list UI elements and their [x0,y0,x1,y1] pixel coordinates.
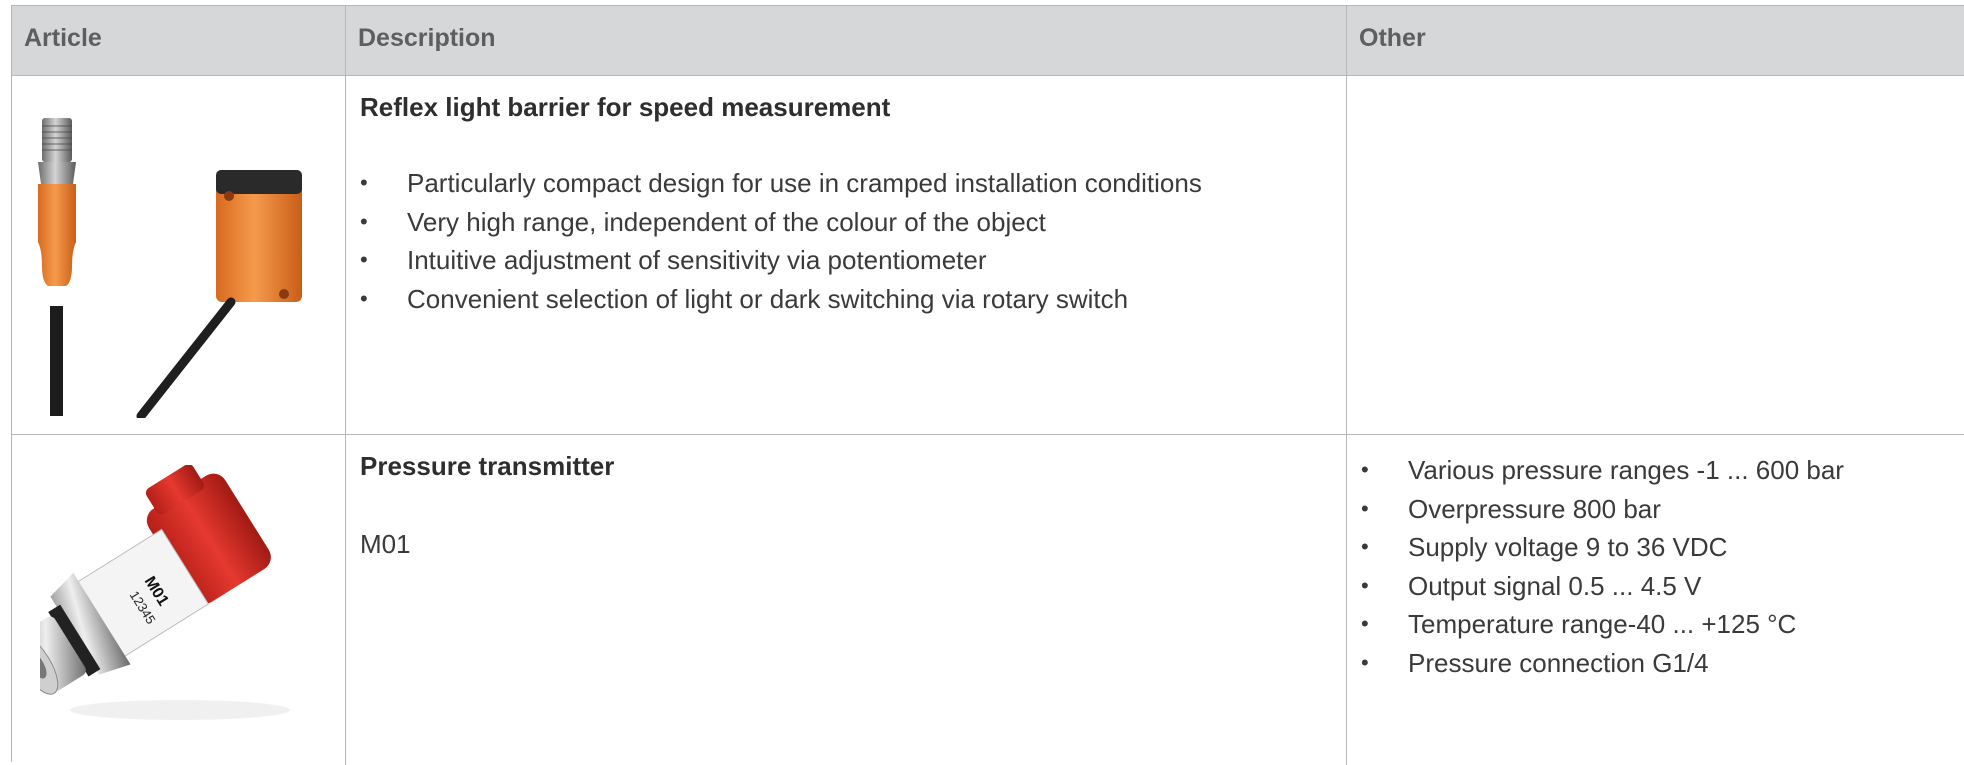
table-row: Reflex light barrier for speed measureme… [12,76,1964,435]
table-row: 12345 M01 Pressure transmitter M01 Vario… [12,435,1964,765]
product-title: Pressure transmitter [360,451,615,481]
header-description: Description [346,6,1347,76]
header-article: Article [12,6,346,76]
pressure-transmitter-image: 12345 M01 [40,465,290,720]
list-item: Supply voltage 9 to 36 VDC [1361,528,1844,567]
list-item: Pressure connection G1/4 [1361,644,1844,683]
description-cell: Reflex light barrier for speed measureme… [346,76,1347,435]
product-model: M01 [360,529,411,559]
light-barrier-image [38,118,302,418]
spec-list: Various pressure ranges -1 ... 600 bar O… [1361,451,1844,682]
article-cell [12,76,346,435]
list-item: Overpressure 800 bar [1361,490,1844,529]
feature-list: Particularly compact design for use in c… [360,164,1202,318]
other-cell [1347,76,1964,435]
list-item: Temperature range-40 ... +125 °C [1361,605,1844,644]
description-cell: Pressure transmitter M01 [346,435,1347,765]
list-item: Various pressure ranges -1 ... 600 bar [1361,451,1844,490]
table-header: Article Description Other [12,6,1964,76]
list-item: Convenient selection of light or dark sw… [360,280,1202,319]
list-item: Particularly compact design for use in c… [360,164,1202,203]
list-item: Output signal 0.5 ... 4.5 V [1361,567,1844,606]
other-cell: Various pressure ranges -1 ... 600 bar O… [1347,435,1964,765]
product-table: Article Description Other Reflex light b… [11,5,1964,765]
list-item: Very high range, independent of the colo… [360,203,1202,242]
header-other: Other [1347,6,1964,76]
article-cell: 12345 M01 [12,435,346,765]
list-item: Intuitive adjustment of sensitivity via … [360,241,1202,280]
product-title: Reflex light barrier for speed measureme… [360,92,891,122]
